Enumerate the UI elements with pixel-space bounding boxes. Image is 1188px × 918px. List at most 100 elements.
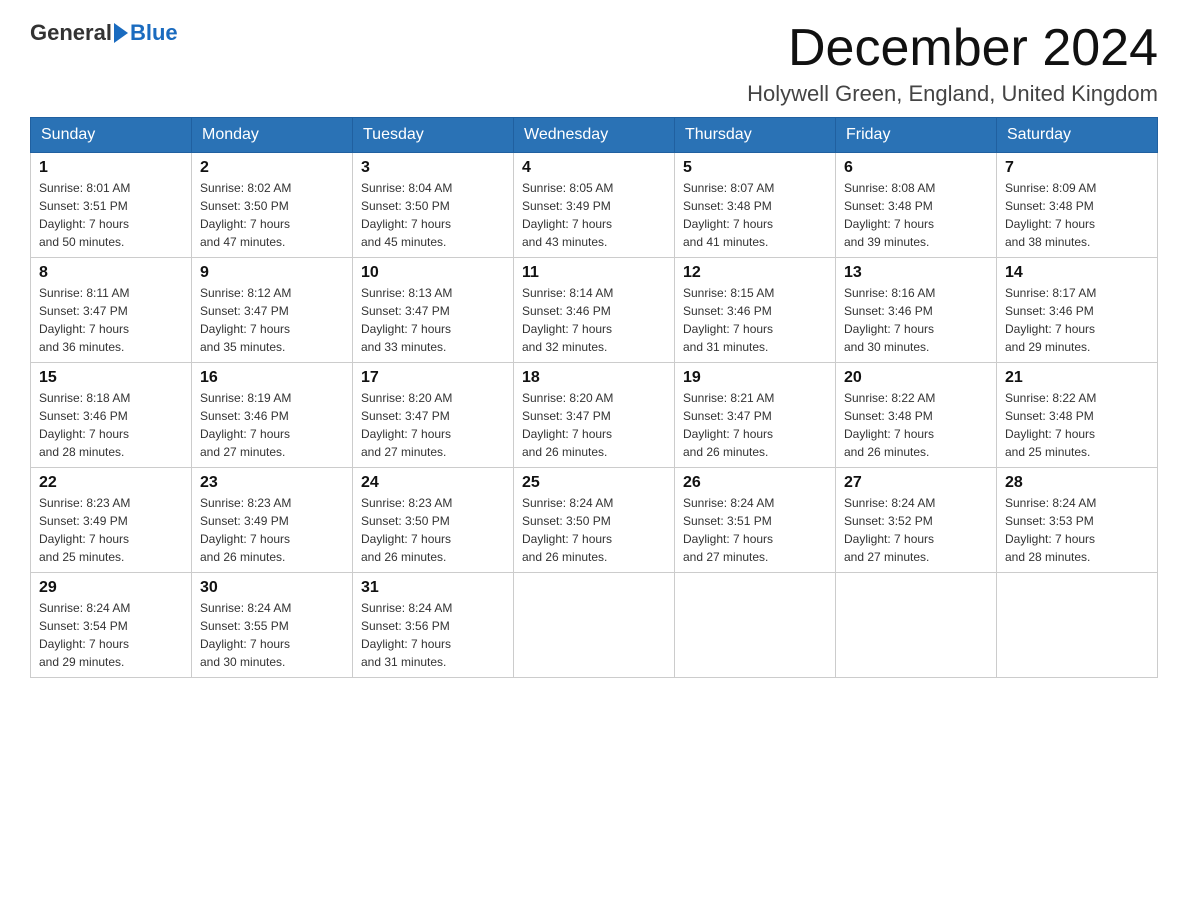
calendar-day-cell: 11Sunrise: 8:14 AMSunset: 3:46 PMDayligh… xyxy=(514,258,675,363)
day-info: Sunrise: 8:02 AMSunset: 3:50 PMDaylight:… xyxy=(200,179,344,251)
calendar-week-row: 8Sunrise: 8:11 AMSunset: 3:47 PMDaylight… xyxy=(31,258,1158,363)
day-info: Sunrise: 8:08 AMSunset: 3:48 PMDaylight:… xyxy=(844,179,988,251)
calendar-day-cell: 30 Sunrise: 8:24 AMSunset: 3:55 PMDayligh… xyxy=(192,573,353,678)
calendar-day-cell: 23Sunrise: 8:23 AMSunset: 3:49 PMDayligh… xyxy=(192,468,353,573)
day-number: 1 xyxy=(39,159,183,177)
calendar-day-cell: 8Sunrise: 8:11 AMSunset: 3:47 PMDaylight… xyxy=(31,258,192,363)
day-number: 21 xyxy=(1005,369,1149,387)
calendar-day-header: Thursday xyxy=(675,118,836,153)
day-info: Sunrise: 8:13 AMSunset: 3:47 PMDaylight:… xyxy=(361,284,505,356)
calendar-day-cell: 9 Sunrise: 8:12 AMSunset: 3:47 PMDaylight… xyxy=(192,258,353,363)
day-info: Sunrise: 8:12 AMSunset: 3:47 PMDaylight:… xyxy=(200,284,344,356)
day-number: 17 xyxy=(361,369,505,387)
logo-blue-text: Blue xyxy=(130,20,178,46)
calendar-day-cell: 13 Sunrise: 8:16 AMSunset: 3:46 PMDayligh… xyxy=(836,258,997,363)
day-info: Sunrise: 8:01 AMSunset: 3:51 PMDaylight:… xyxy=(39,179,183,251)
calendar-day-cell: 25 Sunrise: 8:24 AMSunset: 3:50 PMDayligh… xyxy=(514,468,675,573)
title-block: December 2024 Holywell Green, England, U… xyxy=(747,20,1158,107)
page-header: General Blue December 2024 Holywell Gree… xyxy=(30,20,1158,107)
day-number: 20 xyxy=(844,369,988,387)
calendar-day-cell: 16Sunrise: 8:19 AMSunset: 3:46 PMDayligh… xyxy=(192,363,353,468)
day-number: 2 xyxy=(200,159,344,177)
day-info: Sunrise: 8:23 AMSunset: 3:49 PMDaylight:… xyxy=(39,494,183,566)
day-number: 10 xyxy=(361,264,505,282)
calendar-day-cell: 2 Sunrise: 8:02 AMSunset: 3:50 PMDaylight… xyxy=(192,153,353,258)
day-info: Sunrise: 8:05 AMSunset: 3:49 PMDaylight:… xyxy=(522,179,666,251)
logo-general-text: General xyxy=(30,20,112,46)
day-number: 8 xyxy=(39,264,183,282)
calendar-day-cell xyxy=(675,573,836,678)
calendar-day-header: Monday xyxy=(192,118,353,153)
day-number: 30 xyxy=(200,579,344,597)
calendar-day-cell: 28 Sunrise: 8:24 AMSunset: 3:53 PMDayligh… xyxy=(997,468,1158,573)
calendar-day-cell: 29Sunrise: 8:24 AMSunset: 3:54 PMDayligh… xyxy=(31,573,192,678)
calendar-day-cell: 10 Sunrise: 8:13 AMSunset: 3:47 PMDayligh… xyxy=(353,258,514,363)
calendar-day-cell: 31Sunrise: 8:24 AMSunset: 3:56 PMDayligh… xyxy=(353,573,514,678)
calendar-day-cell: 1 Sunrise: 8:01 AMSunset: 3:51 PMDaylight… xyxy=(31,153,192,258)
calendar-day-cell xyxy=(997,573,1158,678)
calendar-day-cell: 21 Sunrise: 8:22 AMSunset: 3:48 PMDayligh… xyxy=(997,363,1158,468)
calendar-day-cell: 12 Sunrise: 8:15 AMSunset: 3:46 PMDayligh… xyxy=(675,258,836,363)
day-number: 11 xyxy=(522,264,666,282)
day-number: 28 xyxy=(1005,474,1149,492)
calendar-day-cell: 22Sunrise: 8:23 AMSunset: 3:49 PMDayligh… xyxy=(31,468,192,573)
day-info: Sunrise: 8:22 AMSunset: 3:48 PMDaylight:… xyxy=(1005,389,1149,461)
calendar-day-header: Wednesday xyxy=(514,118,675,153)
day-number: 9 xyxy=(200,264,344,282)
calendar-day-cell: 18 Sunrise: 8:20 AMSunset: 3:47 PMDayligh… xyxy=(514,363,675,468)
calendar-day-header: Sunday xyxy=(31,118,192,153)
calendar-week-row: 1 Sunrise: 8:01 AMSunset: 3:51 PMDaylight… xyxy=(31,153,1158,258)
calendar-day-cell xyxy=(514,573,675,678)
day-number: 13 xyxy=(844,264,988,282)
day-number: 25 xyxy=(522,474,666,492)
calendar-day-cell: 3Sunrise: 8:04 AMSunset: 3:50 PMDaylight… xyxy=(353,153,514,258)
day-info: Sunrise: 8:09 AMSunset: 3:48 PMDaylight:… xyxy=(1005,179,1149,251)
day-info: Sunrise: 8:16 AMSunset: 3:46 PMDaylight:… xyxy=(844,284,988,356)
day-info: Sunrise: 8:17 AMSunset: 3:46 PMDaylight:… xyxy=(1005,284,1149,356)
month-title: December 2024 xyxy=(747,20,1158,77)
location-title: Holywell Green, England, United Kingdom xyxy=(747,81,1158,107)
day-number: 3 xyxy=(361,159,505,177)
day-info: Sunrise: 8:15 AMSunset: 3:46 PMDaylight:… xyxy=(683,284,827,356)
day-number: 27 xyxy=(844,474,988,492)
calendar-day-header: Tuesday xyxy=(353,118,514,153)
calendar-day-cell: 15 Sunrise: 8:18 AMSunset: 3:46 PMDayligh… xyxy=(31,363,192,468)
calendar-week-row: 15 Sunrise: 8:18 AMSunset: 3:46 PMDayligh… xyxy=(31,363,1158,468)
day-info: Sunrise: 8:24 AMSunset: 3:53 PMDaylight:… xyxy=(1005,494,1149,566)
calendar-day-cell: 24Sunrise: 8:23 AMSunset: 3:50 PMDayligh… xyxy=(353,468,514,573)
logo-arrow-icon xyxy=(114,23,128,43)
calendar-day-cell: 6 Sunrise: 8:08 AMSunset: 3:48 PMDaylight… xyxy=(836,153,997,258)
day-number: 15 xyxy=(39,369,183,387)
calendar-day-cell: 4 Sunrise: 8:05 AMSunset: 3:49 PMDaylight… xyxy=(514,153,675,258)
calendar-week-row: 29Sunrise: 8:24 AMSunset: 3:54 PMDayligh… xyxy=(31,573,1158,678)
calendar-week-row: 22Sunrise: 8:23 AMSunset: 3:49 PMDayligh… xyxy=(31,468,1158,573)
calendar-day-cell: 7Sunrise: 8:09 AMSunset: 3:48 PMDaylight… xyxy=(997,153,1158,258)
day-info: Sunrise: 8:24 AMSunset: 3:50 PMDaylight:… xyxy=(522,494,666,566)
day-info: Sunrise: 8:24 AMSunset: 3:55 PMDaylight:… xyxy=(200,599,344,671)
day-number: 4 xyxy=(522,159,666,177)
day-info: Sunrise: 8:20 AMSunset: 3:47 PMDaylight:… xyxy=(522,389,666,461)
calendar-day-cell: 17 Sunrise: 8:20 AMSunset: 3:47 PMDayligh… xyxy=(353,363,514,468)
day-info: Sunrise: 8:20 AMSunset: 3:47 PMDaylight:… xyxy=(361,389,505,461)
calendar-day-cell: 5Sunrise: 8:07 AMSunset: 3:48 PMDaylight… xyxy=(675,153,836,258)
day-info: Sunrise: 8:23 AMSunset: 3:50 PMDaylight:… xyxy=(361,494,505,566)
calendar-day-cell: 19Sunrise: 8:21 AMSunset: 3:47 PMDayligh… xyxy=(675,363,836,468)
day-info: Sunrise: 8:18 AMSunset: 3:46 PMDaylight:… xyxy=(39,389,183,461)
day-info: Sunrise: 8:07 AMSunset: 3:48 PMDaylight:… xyxy=(683,179,827,251)
day-number: 18 xyxy=(522,369,666,387)
day-number: 26 xyxy=(683,474,827,492)
day-number: 6 xyxy=(844,159,988,177)
day-number: 23 xyxy=(200,474,344,492)
calendar-day-header: Friday xyxy=(836,118,997,153)
calendar-table: SundayMondayTuesdayWednesdayThursdayFrid… xyxy=(30,117,1158,678)
calendar-day-cell: 27 Sunrise: 8:24 AMSunset: 3:52 PMDayligh… xyxy=(836,468,997,573)
calendar-day-cell: 20Sunrise: 8:22 AMSunset: 3:48 PMDayligh… xyxy=(836,363,997,468)
calendar-day-cell: 14 Sunrise: 8:17 AMSunset: 3:46 PMDayligh… xyxy=(997,258,1158,363)
calendar-day-header: Saturday xyxy=(997,118,1158,153)
day-number: 14 xyxy=(1005,264,1149,282)
day-number: 12 xyxy=(683,264,827,282)
logo: General Blue xyxy=(30,20,178,46)
day-number: 16 xyxy=(200,369,344,387)
day-info: Sunrise: 8:24 AMSunset: 3:52 PMDaylight:… xyxy=(844,494,988,566)
day-number: 19 xyxy=(683,369,827,387)
